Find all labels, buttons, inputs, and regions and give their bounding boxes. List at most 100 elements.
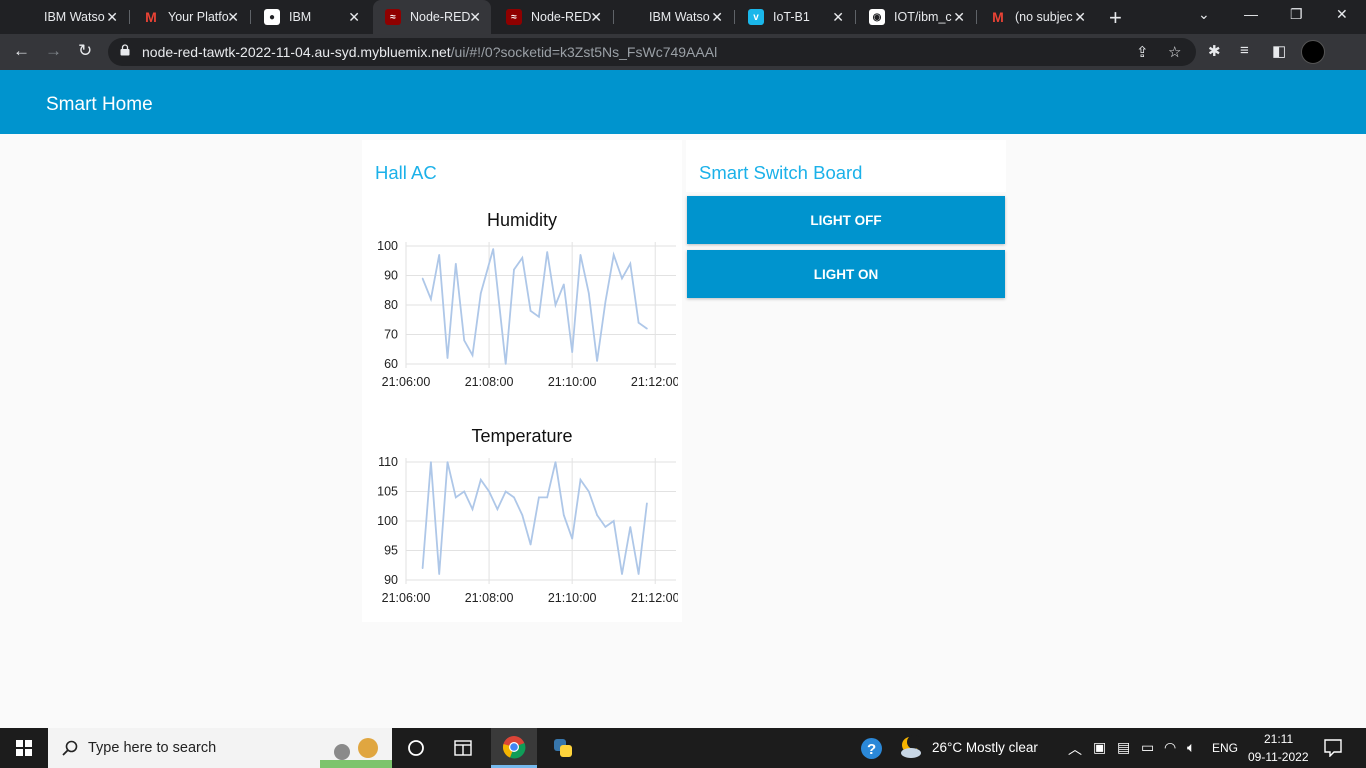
data-point: [521, 257, 524, 259]
extensions-icon[interactable]: ✱: [1208, 42, 1221, 60]
browser-tab[interactable]: ◉ IOT/ibm_c ✕: [857, 0, 975, 34]
bookmark-star-icon[interactable]: ☆: [1168, 43, 1181, 61]
tab-separator: [734, 10, 735, 24]
close-tab-icon[interactable]: ✕: [953, 9, 965, 26]
close-window-button[interactable]: ✕: [1336, 6, 1348, 23]
temperature-chart: 90 95 100 105 110 21:06:00 21:08:00 21:10:00 21:…: [377, 455, 678, 605]
show-hidden-icons-chevron-icon[interactable]: ︿: [1068, 739, 1082, 759]
task-view-icon[interactable]: [393, 728, 439, 768]
profile-avatar[interactable]: [1301, 40, 1325, 64]
browser-tab[interactable]: v IoT-B1 ✕: [736, 0, 854, 34]
help-icon[interactable]: ?: [860, 737, 883, 760]
browser-tab[interactable]: IBM Watso ✕: [10, 0, 128, 34]
close-tab-icon[interactable]: ✕: [106, 9, 118, 26]
close-tab-icon[interactable]: ✕: [590, 9, 602, 26]
data-point: [538, 316, 540, 318]
data-point: [430, 461, 432, 463]
side-panel-icon[interactable]: ◧: [1272, 42, 1286, 60]
gmail-icon: M: [145, 9, 157, 25]
humidity-chart-title: Humidity: [486, 210, 557, 230]
data-point: [596, 514, 598, 516]
address-bar[interactable]: node-red-tawtk-2022-11-04.au-syd.mybluem…: [108, 38, 1196, 66]
windows-start-icon[interactable]: [16, 740, 32, 756]
chrome-taskbar-icon[interactable]: [491, 728, 537, 768]
tab-separator: [976, 10, 977, 24]
display-icon[interactable]: ▤: [1117, 739, 1130, 756]
browser-tab[interactable]: M Your Platfo ✕: [131, 0, 249, 34]
battery-icon[interactable]: ▭: [1141, 739, 1154, 756]
widgets-icon[interactable]: [440, 728, 486, 768]
data-point: [471, 508, 474, 510]
meet-now-icon[interactable]: ▣: [1093, 739, 1106, 756]
tab-separator: [129, 10, 130, 24]
x-tick-label: 21:10:00: [548, 375, 597, 389]
data-point: [463, 490, 465, 493]
url-text: node-red-tawtk-2022-11-04.au-syd.mybluem…: [142, 44, 717, 60]
data-point: [504, 490, 507, 493]
clock-time[interactable]: 21:11: [1264, 732, 1293, 746]
browser-tab-title: Node-RED: [410, 10, 471, 24]
python-taskbar-icon[interactable]: [540, 728, 586, 768]
data-point: [421, 277, 424, 280]
y-tick-label: 110: [378, 455, 398, 469]
browser-tab[interactable]: ≈ Node-RED ✕: [494, 0, 612, 34]
close-tab-icon[interactable]: ✕: [832, 9, 844, 26]
close-tab-icon[interactable]: ✕: [227, 9, 239, 26]
volume-icon[interactable]: 🔈︎: [1187, 739, 1195, 756]
language-indicator[interactable]: ENG: [1212, 741, 1238, 755]
data-point: [612, 254, 615, 256]
close-tab-icon[interactable]: ✕: [1074, 9, 1086, 26]
y-tick-label: 80: [384, 298, 398, 312]
url-host: node-red-tawtk-2022-11-04.au-syd.mybluem…: [142, 44, 451, 60]
back-icon[interactable]: ←: [13, 41, 30, 61]
reload-icon[interactable]: ↻: [78, 41, 92, 61]
data-point: [529, 310, 532, 312]
search-highlight-illustration-icon: [320, 738, 392, 768]
new-tab-button[interactable]: +: [1109, 5, 1122, 31]
light-off-button[interactable]: LIGHT OFF: [687, 196, 1005, 244]
data-point: [463, 339, 465, 342]
forward-icon[interactable]: →: [45, 41, 62, 61]
maximize-button[interactable]: ❐: [1290, 6, 1303, 23]
light-on-button[interactable]: LIGHT ON: [687, 250, 1005, 298]
data-point: [596, 360, 598, 362]
browser-tab[interactable]: ● IBM ✕: [252, 0, 370, 34]
wifi-icon[interactable]: ◠: [1164, 739, 1176, 756]
data-point: [629, 526, 632, 528]
clock-date[interactable]: 09-11-2022: [1248, 750, 1309, 764]
data-point: [612, 520, 615, 522]
notifications-icon[interactable]: [1324, 739, 1342, 757]
x-tick-label: 21:06:00: [382, 591, 431, 605]
data-point: [421, 567, 424, 569]
data-point: [604, 526, 607, 528]
y-tick-label: 90: [384, 573, 398, 587]
data-point: [646, 327, 648, 330]
minimize-button[interactable]: —: [1244, 6, 1258, 22]
browser-tab-title: IBM Watso: [44, 10, 105, 24]
y-tick-label: 60: [384, 357, 398, 371]
group-title-smart-switch: Smart Switch Board: [699, 162, 863, 183]
browser-tab[interactable]: M (no subjec ✕: [978, 0, 1096, 34]
vimeo-icon: v: [748, 9, 764, 25]
close-tab-icon[interactable]: ✕: [348, 9, 360, 26]
media-control-icon[interactable]: ≡: [1240, 42, 1249, 59]
humidity-chart: 60 70 80 90 100 21:06:00 21:08:00 21:10:00 21:12…: [377, 239, 678, 389]
browser-tab[interactable]: ≈ Node-RED ✕: [373, 0, 491, 34]
share-icon[interactable]: ⇪: [1136, 43, 1149, 61]
close-tab-icon[interactable]: ✕: [469, 9, 481, 26]
smart-switch-group: Smart Switch Board: [686, 140, 1006, 192]
browser-tab-title: Node-RED: [531, 10, 592, 24]
github-icon: ◉: [869, 9, 885, 25]
tab-search-icon[interactable]: ⌄: [1198, 6, 1210, 23]
search-icon: [62, 740, 78, 756]
y-tick-label: 90: [384, 269, 398, 283]
browser-tab[interactable]: IBM Watso ✕: [615, 0, 733, 34]
taskbar-search-box[interactable]: Type here to search: [48, 728, 392, 768]
close-tab-icon[interactable]: ✕: [711, 9, 723, 26]
page-title: Smart Home: [46, 94, 153, 115]
windows-taskbar: Type here to search ? 26°C Mostly clear …: [0, 728, 1366, 768]
data-point: [587, 490, 590, 493]
search-placeholder: Type here to search: [88, 740, 217, 756]
x-tick-label: 21:08:00: [465, 591, 514, 605]
weather-text[interactable]: 26°C Mostly clear: [932, 740, 1038, 755]
